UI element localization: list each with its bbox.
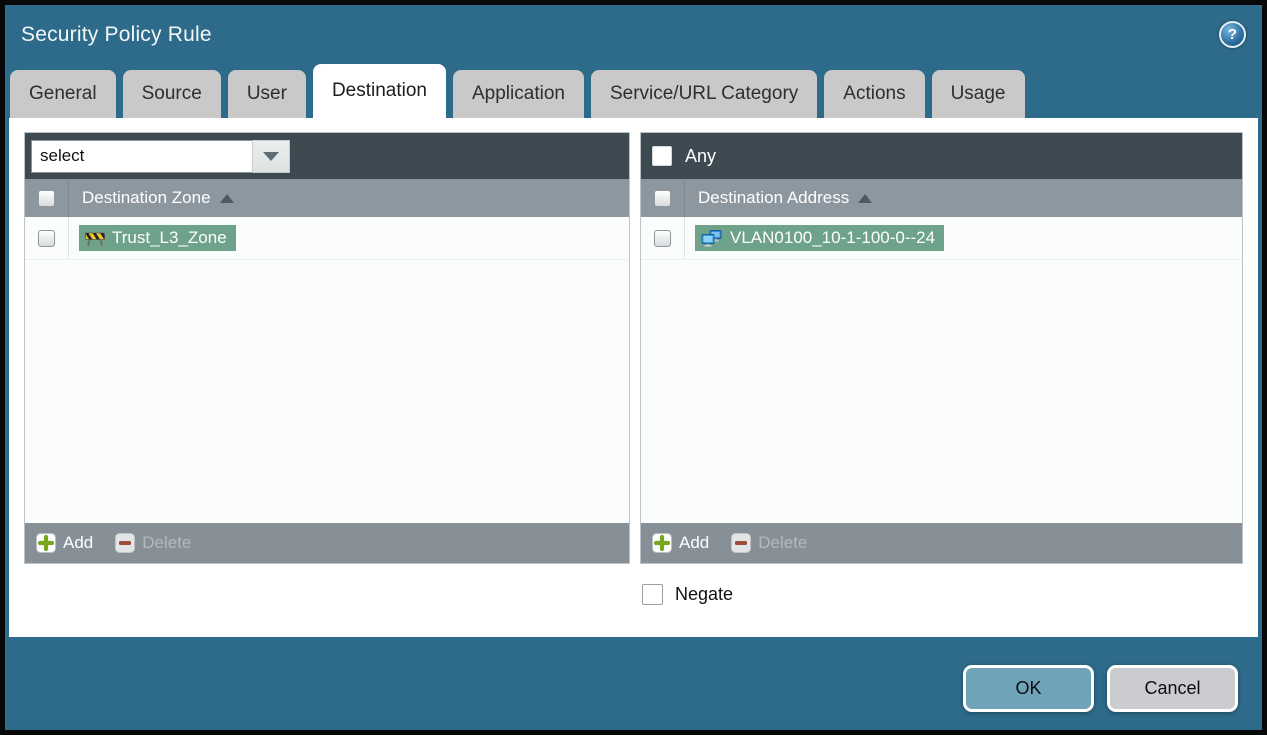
zone-add-label: Add [63, 533, 94, 552]
table-row[interactable]: Trust_L3_Zone [25, 217, 629, 260]
security-policy-rule-dialog: Security Policy Rule ? General Source Us… [0, 0, 1267, 735]
destination-tab-content: Destination Zone [9, 118, 1258, 637]
address-table-body: VLAN0100_10-1-100-0--24 [641, 217, 1242, 523]
address-row-label: VLAN0100_10-1-100-0--24 [730, 228, 936, 247]
address-row-checkbox[interactable] [654, 229, 671, 247]
address-table-header: Destination Address [641, 179, 1242, 217]
cancel-button[interactable]: Cancel [1107, 665, 1238, 712]
zone-select-all-checkbox[interactable] [38, 189, 55, 207]
zone-delete-label: Delete [142, 533, 192, 552]
address-row-tag[interactable]: VLAN0100_10-1-100-0--24 [695, 225, 945, 251]
destination-address-panel: Any Destination Address VLAN0100_10-1-10… [640, 132, 1243, 564]
sort-asc-icon [858, 193, 873, 203]
tab-source[interactable]: Source [122, 70, 221, 118]
zone-select-dropdown-button[interactable] [252, 139, 290, 173]
address-select-all-checkbox[interactable] [654, 189, 671, 207]
negate-checkbox[interactable] [642, 584, 663, 605]
delete-minus-icon [731, 533, 752, 553]
zone-filter-toolbar [25, 133, 629, 179]
delete-minus-icon [115, 533, 136, 553]
address-delete-label: Delete [758, 533, 808, 552]
add-plus-icon [652, 533, 672, 553]
address-header-checkbox-cell [641, 179, 685, 217]
help-icon[interactable]: ? [1219, 21, 1246, 48]
dialog-titlebar: Security Policy Rule ? [5, 5, 1262, 64]
address-panel-footer: Add Delete [641, 523, 1242, 563]
zone-row-checkbox-cell [25, 217, 69, 259]
dialog-title: Security Policy Rule [21, 22, 212, 46]
tab-actions[interactable]: Actions [824, 70, 925, 118]
zone-row-label: Trust_L3_Zone [112, 228, 227, 247]
sort-asc-icon [219, 193, 234, 203]
zone-table-header: Destination Zone [25, 179, 629, 217]
zone-column-header[interactable]: Destination Zone [69, 188, 234, 208]
zone-header-checkbox-cell [25, 179, 69, 217]
address-add-button[interactable]: Add [652, 533, 709, 553]
table-row[interactable]: VLAN0100_10-1-100-0--24 [641, 217, 1242, 260]
zone-table-body: Trust_L3_Zone [25, 217, 629, 523]
chevron-down-icon [263, 151, 279, 161]
zone-select-input[interactable] [31, 139, 252, 173]
any-checkbox[interactable] [652, 146, 672, 166]
negate-label: Negate [675, 584, 734, 604]
zone-row-tag[interactable]: Trust_L3_Zone [79, 225, 236, 251]
network-hosts-icon [701, 229, 722, 247]
address-add-label: Add [679, 533, 710, 552]
address-column-header[interactable]: Destination Address [685, 188, 873, 208]
any-toolbar: Any [641, 133, 1242, 179]
address-delete-button[interactable]: Delete [731, 533, 807, 553]
ok-button[interactable]: OK [963, 665, 1094, 712]
zone-select-combobox [31, 139, 290, 173]
tab-usage[interactable]: Usage [931, 70, 1025, 118]
any-label: Any [685, 145, 717, 166]
tab-destination[interactable]: Destination [312, 64, 446, 118]
address-column-header-label: Destination Address [698, 188, 850, 207]
zone-delete-button[interactable]: Delete [115, 533, 191, 553]
zone-column-header-label: Destination Zone [82, 188, 211, 207]
tab-user[interactable]: User [227, 70, 306, 118]
tab-bar: General Source User Destination Applicat… [10, 64, 1262, 118]
zone-row-checkbox[interactable] [38, 229, 55, 247]
tab-service-url-category[interactable]: Service/URL Category [590, 70, 818, 118]
destination-zone-panel: Destination Zone [24, 132, 630, 564]
tab-general[interactable]: General [10, 70, 116, 118]
tab-application[interactable]: Application [453, 70, 584, 118]
add-plus-icon [36, 533, 56, 553]
zone-barricade-icon [85, 232, 105, 246]
address-row-checkbox-cell [641, 217, 685, 259]
zone-add-button[interactable]: Add [36, 533, 93, 553]
negate-control: Negate [642, 584, 733, 605]
zone-panel-footer: Add Delete [25, 523, 629, 563]
